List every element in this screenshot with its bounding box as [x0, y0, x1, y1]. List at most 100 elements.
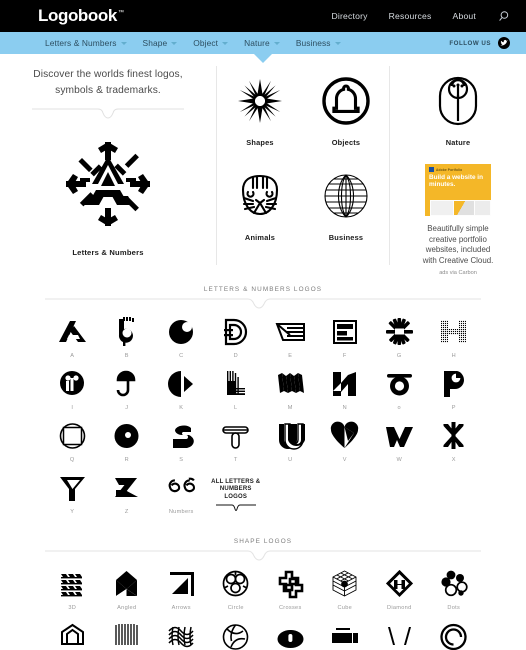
logo-item-u[interactable]: U — [263, 419, 318, 471]
search-icon[interactable] — [497, 10, 510, 23]
logo-item-angled[interactable]: Angled — [100, 567, 155, 619]
category-nav-wrap: Letters & Numbers Shape Object Nature Bu… — [0, 32, 526, 63]
logo-item-g[interactable]: G — [372, 315, 427, 367]
nav-item-label: Object — [193, 38, 219, 48]
logo-item-numbers[interactable]: Numbers — [154, 471, 209, 523]
hero-nature-label: Nature — [445, 138, 471, 147]
letter-w-logo — [383, 419, 416, 452]
logo-item-label: N — [342, 405, 347, 411]
logo-item-partial[interactable] — [45, 619, 100, 650]
chevron-down-icon — [120, 41, 127, 45]
arrows-logo — [165, 567, 198, 600]
nav-link-resources[interactable]: Resources — [389, 11, 432, 21]
logo-item-label: T — [233, 457, 238, 463]
hexagon-house-logo — [56, 619, 89, 650]
nav-link-directory[interactable]: Directory — [331, 11, 367, 21]
all-button-label: ALL LETTERS & NUMBERS LOGOS — [211, 479, 261, 500]
logo-item-i[interactable]: I — [45, 367, 100, 419]
brand-name: Logobook — [38, 6, 117, 25]
nav-item-object[interactable]: Object — [193, 38, 229, 48]
letter-h-logo — [437, 315, 470, 348]
logo-item-label: Arrows — [171, 605, 191, 611]
hero-category-business[interactable]: Business — [303, 161, 389, 256]
logo-item-o[interactable]: o — [372, 367, 427, 419]
trademark-symbol: ™ — [117, 10, 124, 17]
logo-item-k[interactable]: K — [154, 367, 209, 419]
logo-item-t[interactable]: T — [209, 419, 264, 471]
all-letters-numbers-logos-button[interactable]: ALL LETTERS & NUMBERS LOGOS — [209, 471, 264, 523]
twitter-icon[interactable] — [498, 37, 510, 49]
section-shapes: SHAPE LOGOS 3D Angled Arrows Circle Cros… — [0, 523, 526, 650]
logo-item-dots[interactable]: Dots — [427, 567, 482, 619]
numbers-66-logo — [165, 471, 198, 504]
logo-item-b[interactable]: B — [100, 315, 155, 367]
logo-item-z[interactable]: Z — [100, 471, 155, 523]
logo-item-r[interactable]: R — [100, 419, 155, 471]
hero-featured-caption: Letters & Numbers — [72, 248, 144, 257]
adobe-logo-icon — [429, 167, 434, 172]
hero-category-animals[interactable]: Animals — [217, 161, 303, 256]
spiral-logo — [437, 619, 470, 650]
logo-item-w[interactable]: W — [372, 419, 427, 471]
logo-item-cube[interactable]: Cube — [318, 567, 373, 619]
knot-logo — [165, 619, 198, 650]
advertisement[interactable]: Adobe Portfolio Build a website in minut… — [423, 164, 493, 276]
logo-item-label: K — [179, 405, 184, 411]
logo-item-y[interactable]: Y — [45, 471, 100, 523]
logo-item-x[interactable]: X — [427, 419, 482, 471]
letter-r-logo — [110, 419, 143, 452]
hero-category-objects[interactable]: Objects — [303, 66, 389, 161]
category-nav-bar: Letters & Numbers Shape Object Nature Bu… — [0, 32, 526, 54]
logo-item-v[interactable]: V — [318, 419, 373, 471]
logo-item-partial[interactable] — [100, 619, 155, 650]
nav-link-about[interactable]: About — [453, 11, 476, 21]
top-header-bar: Logobook™ Directory Resources About — [0, 0, 526, 32]
snowflake-letter-a-icon[interactable] — [58, 134, 158, 234]
logo-item-partial[interactable] — [372, 619, 427, 650]
nav-item-shape[interactable]: Shape — [143, 38, 178, 48]
letter-m-logo — [274, 367, 307, 400]
chevron-down-icon — [171, 41, 178, 45]
logo-item-label: Diamond — [387, 605, 412, 611]
logo-item-s[interactable]: S — [154, 419, 209, 471]
logo-item-partial[interactable] — [154, 619, 209, 650]
logo-item-m[interactable]: M — [263, 367, 318, 419]
logo-item-partial[interactable] — [427, 619, 482, 650]
logo-item-h[interactable]: H — [427, 315, 482, 367]
logo-item-3d[interactable]: 3D — [45, 567, 100, 619]
logo-item-partial[interactable] — [209, 619, 264, 650]
logo-item-n[interactable]: N — [318, 367, 373, 419]
logo-item-f[interactable]: F — [318, 315, 373, 367]
chevrons-logo — [383, 619, 416, 650]
logo-item-a[interactable]: A — [45, 315, 100, 367]
nav-item-nature[interactable]: Nature — [244, 38, 280, 48]
oval-logo — [274, 619, 307, 650]
logo-item-label: Z — [124, 509, 129, 515]
hero-category-shapes[interactable]: Shapes — [217, 66, 303, 161]
nav-item-business[interactable]: Business — [296, 38, 341, 48]
logo-item-arrows[interactable]: Arrows — [154, 567, 209, 619]
ad-headline: Build a website in minutes. — [429, 174, 483, 189]
logo-item-label: X — [451, 457, 456, 463]
logo-item-q[interactable]: Q — [45, 419, 100, 471]
letter-j-logo — [110, 367, 143, 400]
nav-item-letters-numbers[interactable]: Letters & Numbers — [45, 38, 127, 48]
logo-item-label: J — [125, 405, 129, 411]
tulip-oval-icon[interactable] — [435, 75, 481, 127]
shape-logo-grid: 3D Angled Arrows Circle Crosses Cube Dia… — [45, 562, 481, 650]
logo-item-partial[interactable] — [263, 619, 318, 650]
logo-item-d[interactable]: D — [209, 315, 264, 367]
logo-item-p[interactable]: P — [427, 367, 482, 419]
logo-item-e[interactable]: E — [263, 315, 318, 367]
logo-item-l[interactable]: L — [209, 367, 264, 419]
logo-item-partial[interactable] — [318, 619, 373, 650]
logo-item-label: o — [397, 405, 401, 411]
logo-item-crosses[interactable]: Crosses — [263, 567, 318, 619]
letter-q-logo — [56, 419, 89, 452]
logo-item-c[interactable]: C — [154, 315, 209, 367]
crosses-logo — [274, 567, 307, 600]
logo-item-diamond[interactable]: Diamond — [372, 567, 427, 619]
logo-item-j[interactable]: J — [100, 367, 155, 419]
logo-item-circle[interactable]: Circle — [209, 567, 264, 619]
brand-logo[interactable]: Logobook™ — [38, 6, 124, 26]
